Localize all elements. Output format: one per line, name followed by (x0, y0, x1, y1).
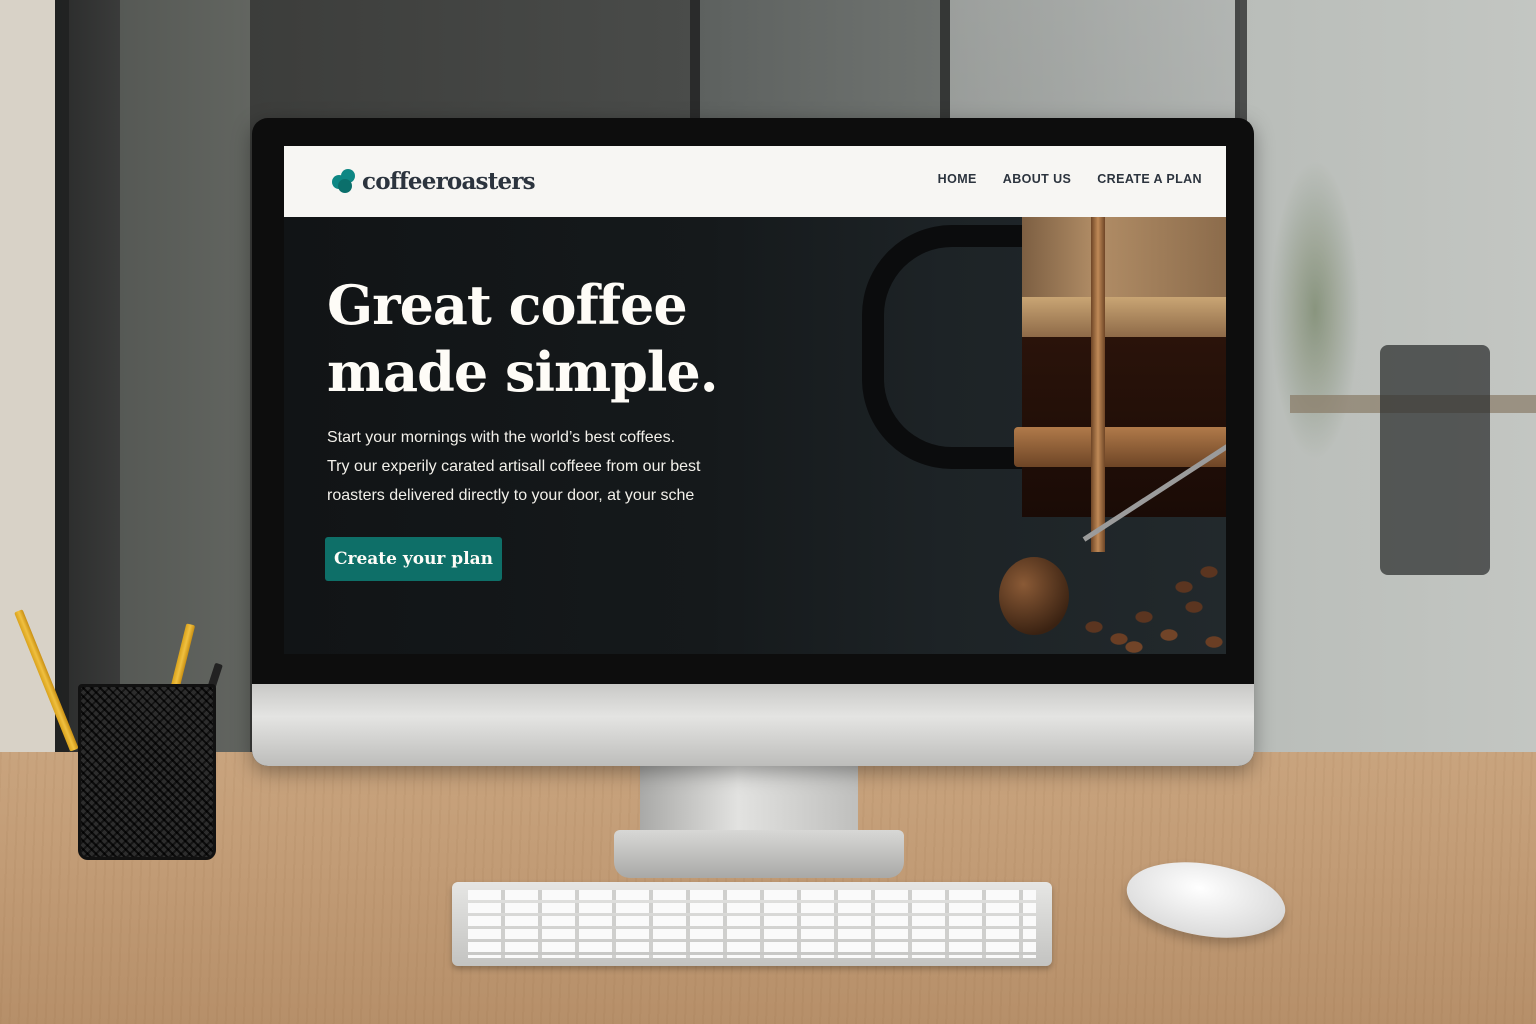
office-chair (1380, 345, 1490, 575)
create-your-plan-button[interactable]: Create your plan (325, 537, 502, 581)
plunger-knob (999, 557, 1069, 635)
nav-home[interactable]: HOME (938, 172, 977, 186)
monitor-chin (252, 684, 1254, 766)
hero-description-line-1: Start your mornings with the world’s bes… (327, 429, 676, 446)
plant (1270, 160, 1360, 460)
french-press-image (844, 217, 1226, 654)
press-handle (862, 225, 1034, 469)
hero-description-line-3: roasters delivered directly to your door… (327, 487, 695, 504)
press-band (1014, 427, 1226, 467)
hero-description: Start your mornings with the world’s bes… (327, 423, 747, 510)
monitor-stand (640, 760, 858, 838)
screen: coffeeroasters HOME ABOUT US CREATE A PL… (284, 146, 1226, 654)
keyboard-keys (468, 890, 1036, 958)
hero-section: Great coffee made simple. Start your mor… (284, 217, 1226, 654)
hero-title-line-1: Great coffee (327, 273, 688, 337)
site-navbar: coffeeroasters HOME ABOUT US CREATE A PL… (284, 146, 1226, 217)
hero-description-line-2: Try our experily carated artisall coffee… (327, 458, 701, 475)
site-logo[interactable]: coffeeroasters (332, 163, 536, 199)
keyboard (452, 882, 1052, 966)
nav-create-a-plan[interactable]: CREATE A PLAN (1097, 172, 1202, 186)
main-nav: HOME ABOUT US CREATE A PLAN (938, 172, 1202, 186)
nav-about-us[interactable]: ABOUT US (1003, 172, 1071, 186)
pencil-cup (78, 684, 216, 860)
monitor: coffeeroasters HOME ABOUT US CREATE A PL… (252, 118, 1254, 766)
monitor-stand-base (614, 830, 904, 878)
logo-text: coffeeroasters (362, 167, 536, 195)
press-rod (1091, 217, 1105, 552)
coffee-bean-logo-icon (332, 169, 356, 193)
hero-title-line-2: made simple. (327, 340, 719, 404)
window-frame (55, 0, 69, 760)
press-crema (1022, 297, 1226, 337)
coffee-beans (1074, 547, 1226, 654)
hero-title: Great coffee made simple. (327, 272, 787, 406)
